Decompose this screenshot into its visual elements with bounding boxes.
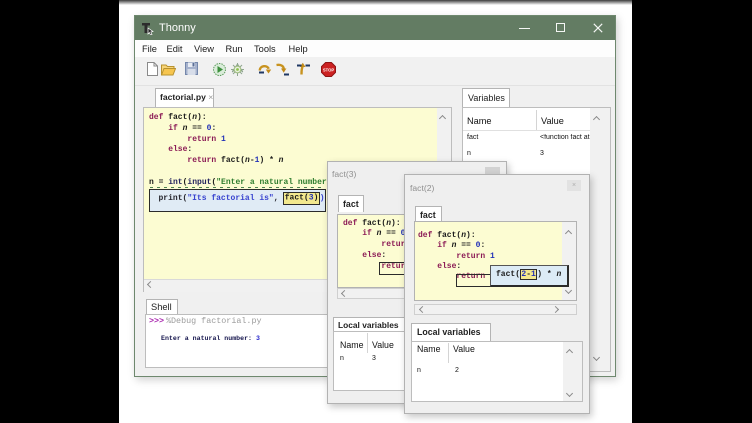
svg-text:STOP: STOP (323, 68, 335, 73)
